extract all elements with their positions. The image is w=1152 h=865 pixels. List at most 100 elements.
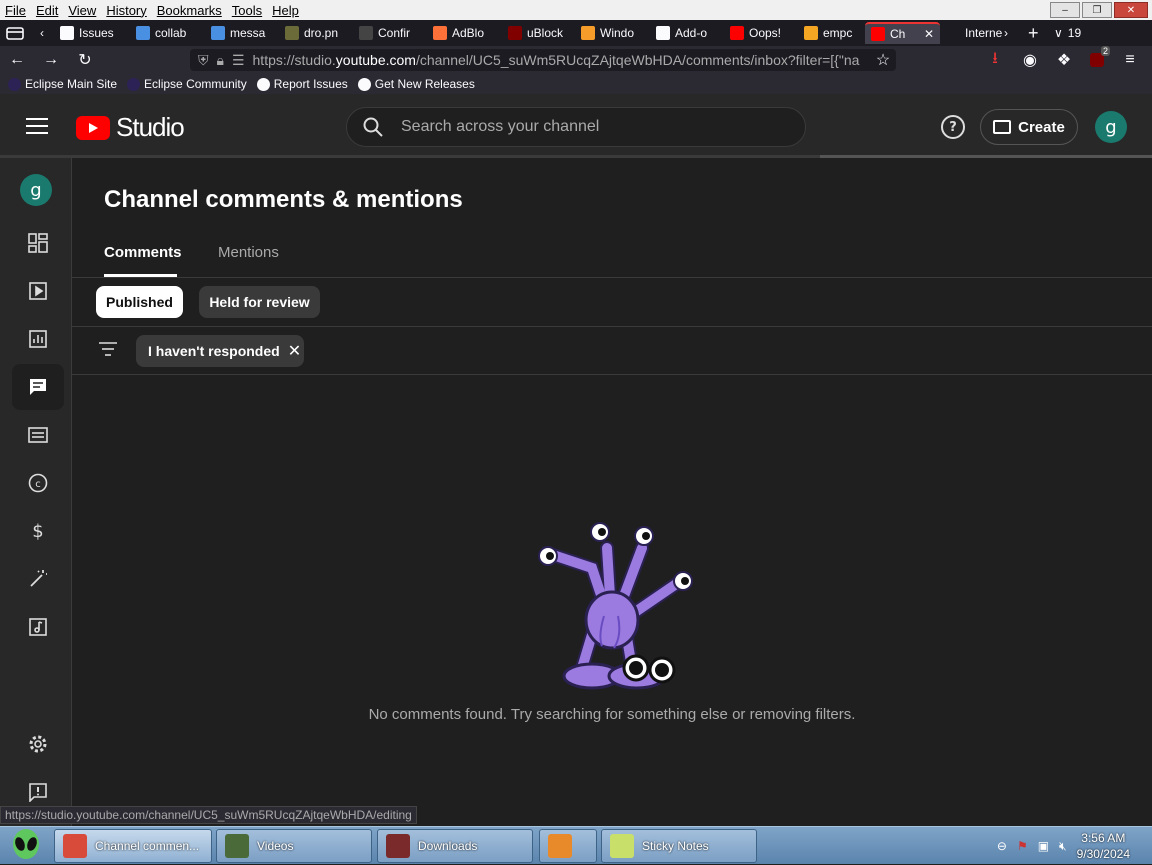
menu-help[interactable]: Help bbox=[267, 3, 304, 18]
taskbar-item-browser[interactable]: Channel commen... bbox=[54, 829, 212, 863]
browser-tab-label: empc bbox=[823, 26, 853, 40]
lock-icon[interactable]: 🔒︎ bbox=[217, 52, 224, 69]
youtube-logo-icon bbox=[76, 115, 110, 140]
sidebar-item-audio-library[interactable] bbox=[12, 604, 64, 650]
sidebar-item-customization[interactable] bbox=[12, 556, 64, 602]
bookmark-eclipse-main[interactable]: Eclipse Main Site bbox=[8, 77, 117, 91]
reload-button[interactable]: ↻ bbox=[68, 46, 102, 74]
youtube-icon bbox=[730, 26, 744, 40]
permissions-icon[interactable]: ☰ bbox=[232, 52, 245, 69]
browser-tab[interactable]: Interne bbox=[940, 22, 1004, 44]
close-tab-icon[interactable]: ✕ bbox=[924, 27, 934, 41]
bookmarks-bar: Eclipse Main Site Eclipse Community Repo… bbox=[0, 74, 1152, 94]
forward-button[interactable]: → bbox=[34, 46, 68, 74]
browser-app-icon bbox=[63, 834, 87, 858]
browser-tab[interactable]: Oops! bbox=[724, 22, 798, 44]
tab-scroll-right[interactable]: › bbox=[1004, 22, 1022, 44]
clock[interactable]: 3:56 AM 9/30/2024 bbox=[1077, 830, 1130, 862]
menu-bookmarks[interactable]: Bookmarks bbox=[152, 3, 227, 18]
menu-file[interactable]: File bbox=[0, 3, 31, 18]
url-bar[interactable]: ⛨ 🔒︎ ☰ https://studio.youtube.com/channe… bbox=[190, 49, 896, 71]
browser-tab[interactable]: dro.pn bbox=[279, 22, 353, 44]
action-center-icon[interactable]: ⚑ bbox=[1017, 839, 1028, 853]
browser-tab[interactable]: Confir bbox=[353, 22, 427, 44]
taskbar-item-media-player[interactable] bbox=[539, 829, 597, 863]
search-input[interactable] bbox=[401, 118, 761, 136]
browser-tab[interactable]: Issues bbox=[54, 22, 130, 44]
account-icon[interactable]: ◉ bbox=[1013, 46, 1047, 74]
browser-tab[interactable]: messa bbox=[205, 22, 279, 44]
create-video-icon bbox=[993, 120, 1012, 134]
extensions-icon[interactable]: ❖ bbox=[1047, 46, 1081, 74]
sidebar-item-dashboard[interactable] bbox=[12, 220, 64, 266]
account-avatar[interactable]: g bbox=[1095, 111, 1127, 143]
sidebar-item-comments[interactable] bbox=[12, 364, 64, 410]
chip-held-for-review[interactable]: Held for review bbox=[199, 286, 320, 318]
back-button[interactable]: ← bbox=[0, 46, 34, 74]
restore-button[interactable]: ❐ bbox=[1082, 2, 1112, 18]
tray-toggle-icon[interactable]: ⊖ bbox=[997, 839, 1007, 853]
studio-logo[interactable]: Studio bbox=[76, 112, 185, 143]
ublock-toolbar-icon[interactable]: 2 bbox=[1080, 46, 1114, 74]
bookmark-get-new-releases[interactable]: Get New Releases bbox=[357, 77, 475, 91]
filter-icon[interactable] bbox=[98, 342, 118, 356]
tab-count: 19 bbox=[1067, 26, 1082, 40]
create-button[interactable]: Create bbox=[980, 109, 1078, 145]
minimize-button[interactable]: – bbox=[1050, 2, 1080, 18]
taskbar-item-downloads[interactable]: Downloads bbox=[377, 829, 533, 863]
sidebar-item-settings[interactable] bbox=[12, 721, 64, 767]
downloads-icon[interactable]: ⭳ bbox=[978, 46, 1012, 74]
volume-muted-icon[interactable]: 🔇︎ bbox=[1059, 839, 1067, 854]
sidebar-item-analytics[interactable] bbox=[12, 316, 64, 362]
page-title: Channel comments & mentions bbox=[104, 186, 463, 213]
new-tab-button[interactable]: + bbox=[1022, 22, 1048, 44]
tab-overview-button[interactable] bbox=[0, 22, 40, 44]
chip-published[interactable]: Published bbox=[96, 286, 183, 318]
tab-list-button[interactable]: ∨ 19 bbox=[1048, 22, 1088, 44]
start-button[interactable] bbox=[4, 828, 48, 864]
svg-text:c: c bbox=[35, 479, 41, 490]
browser-tab[interactable]: Add-o bbox=[650, 22, 724, 44]
app-menu-icon[interactable]: ≡ bbox=[1113, 46, 1147, 74]
menu-tools[interactable]: Tools bbox=[227, 3, 267, 18]
studio-sidebar: g c $ bbox=[0, 158, 72, 826]
search-icon[interactable] bbox=[363, 117, 383, 137]
sidebar-item-subtitles[interactable] bbox=[12, 412, 64, 458]
sidebar-item-copyright[interactable]: c bbox=[12, 460, 64, 506]
sidebar-item-content[interactable] bbox=[12, 268, 64, 314]
url-text: https://studio.youtube.com/channel/UC5_s… bbox=[252, 52, 860, 68]
shield-icon[interactable]: ⛨ bbox=[198, 52, 209, 69]
browser-tab[interactable]: Windo bbox=[575, 22, 650, 44]
browser-tab[interactable]: AdBlo bbox=[427, 22, 502, 44]
empty-state-message: No comments found. Try searching for som… bbox=[368, 706, 856, 723]
filter-chip-not-responded[interactable]: I haven't responded ✕ bbox=[136, 335, 304, 367]
eclipse-icon bbox=[8, 77, 21, 91]
github-icon bbox=[60, 26, 74, 40]
channel-search-box[interactable] bbox=[346, 107, 806, 147]
remove-filter-icon[interactable]: ✕ bbox=[288, 341, 301, 361]
bookmark-report-issues[interactable]: Report Issues bbox=[256, 77, 348, 91]
divider bbox=[72, 277, 1152, 278]
menu-edit[interactable]: Edit bbox=[31, 3, 63, 18]
browser-tab[interactable]: uBlock bbox=[502, 22, 575, 44]
b-icon bbox=[359, 26, 373, 40]
browser-tab[interactable]: empc bbox=[798, 22, 865, 44]
bookmark-eclipse-community[interactable]: Eclipse Community bbox=[127, 77, 247, 91]
channel-avatar[interactable]: g bbox=[20, 174, 52, 206]
help-icon[interactable]: ? bbox=[941, 115, 965, 139]
main-content: Channel comments & mentions Comments Men… bbox=[72, 158, 1152, 826]
network-icon[interactable]: ▣ bbox=[1038, 839, 1049, 853]
close-window-button[interactable]: ✕ bbox=[1114, 2, 1148, 18]
taskbar-item-sticky-notes[interactable]: Sticky Notes bbox=[601, 829, 757, 863]
menu-view[interactable]: View bbox=[63, 3, 101, 18]
browser-tab[interactable]: Ch ✕ bbox=[865, 22, 940, 44]
taskbar-item-videos[interactable]: Videos bbox=[216, 829, 372, 863]
tab-scroll-left[interactable]: ‹ bbox=[40, 22, 54, 44]
tab-comments[interactable]: Comments bbox=[104, 244, 182, 261]
sidebar-item-earn[interactable]: $ bbox=[12, 508, 64, 554]
browser-tab[interactable]: collab bbox=[130, 22, 205, 44]
tab-mentions[interactable]: Mentions bbox=[218, 244, 279, 261]
bookmark-star-icon[interactable]: ☆ bbox=[866, 46, 900, 74]
menu-history[interactable]: History bbox=[101, 3, 151, 18]
hamburger-menu-icon[interactable] bbox=[26, 118, 48, 134]
